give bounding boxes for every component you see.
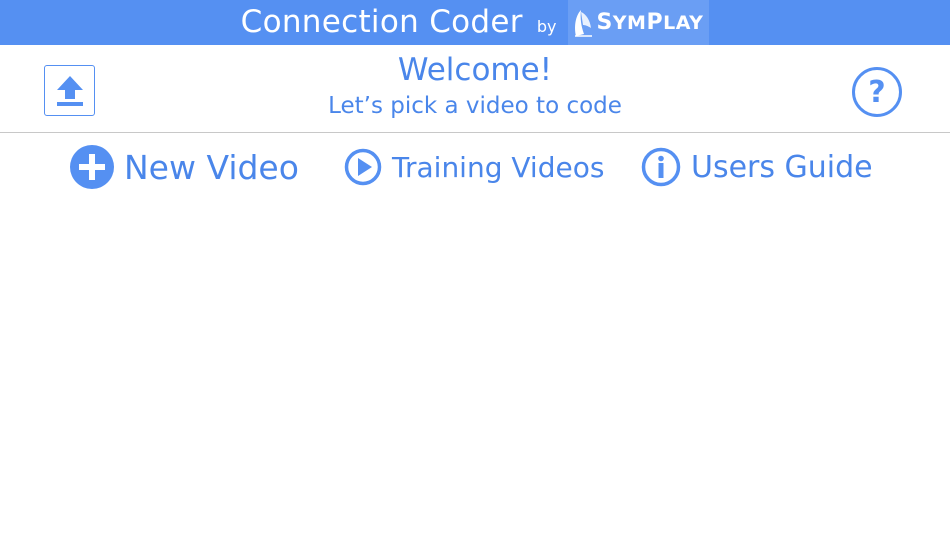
brand-letters-lay: LAY [663,12,704,34]
plus-circle-icon [70,145,114,189]
brand-letter-p: P [646,10,664,35]
brand-logo: SYMPLAY [568,0,710,45]
users-guide-label: Users Guide [691,149,873,185]
brand-letters-ym: YM [612,12,647,34]
new-video-button[interactable]: New Video [70,145,299,189]
training-videos-label: Training Videos [392,150,605,184]
help-button[interactable]: ? [852,67,902,117]
title-bar: Connection Coder by SYMPLAY [0,0,950,45]
brand-name: SYMPLAY [596,10,703,35]
brand-mark-icon [575,9,593,37]
app-screen: Connection Coder by SYMPLAY Welcome! Let… [0,0,950,534]
new-video-label: New Video [124,147,299,187]
users-guide-button[interactable]: Users Guide [641,145,873,189]
play-circle-icon [344,148,382,186]
app-title: Connection Coder [240,4,523,40]
by-text: by [536,17,557,36]
info-circle-icon [641,147,681,187]
brand-letter-s: S [596,10,613,35]
training-videos-button[interactable]: Training Videos [344,145,604,189]
welcome-subtitle: Let’s pick a video to code [328,93,622,119]
help-icon: ? [868,74,886,110]
action-bar: New Video Training Videos Users Guide [0,133,950,199]
welcome-header: Welcome! Let’s pick a video to code ? [0,45,950,133]
welcome-title: Welcome! [397,52,553,88]
